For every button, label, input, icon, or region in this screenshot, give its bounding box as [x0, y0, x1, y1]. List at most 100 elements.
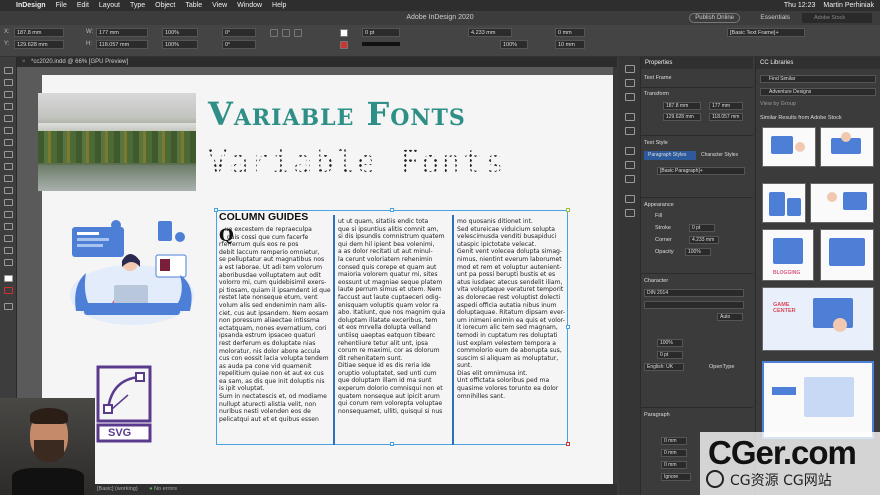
- scissors-tool-icon[interactable]: [4, 187, 13, 194]
- font-style-select[interactable]: [644, 301, 744, 309]
- paragraph-styles-panel-icon[interactable]: [625, 147, 635, 155]
- preflight-status-icon[interactable]: ●: [149, 486, 152, 492]
- find-similar-input[interactable]: Find Similar: [760, 75, 876, 83]
- frame-overset-icon[interactable]: [566, 442, 570, 446]
- text-column-1[interactable]: ue excestem de repraeculpa quis cossi qu…: [219, 226, 331, 448]
- stock-thumb-3[interactable]: [762, 183, 806, 223]
- rectangle-tool-icon[interactable]: [4, 175, 13, 182]
- menu-window[interactable]: Window: [237, 2, 262, 9]
- links-panel-icon[interactable]: [625, 93, 635, 101]
- pen-tool-icon[interactable]: [4, 139, 13, 146]
- baseline-shift-field[interactable]: 0 pt: [657, 351, 683, 359]
- woman-laptop-illustration[interactable]: [62, 215, 200, 327]
- vertical-scale-field[interactable]: 100%: [657, 339, 683, 347]
- publish-online-button[interactable]: Publish Online: [689, 13, 740, 23]
- menu-table[interactable]: Table: [185, 2, 202, 9]
- workspace-switcher[interactable]: Essentials: [760, 11, 790, 25]
- menu-view[interactable]: View: [212, 2, 227, 9]
- pencil-tool-icon[interactable]: [4, 151, 13, 158]
- variable-fonts-heading[interactable]: Variable Fonts: [208, 95, 466, 133]
- note-tool-icon[interactable]: [4, 223, 13, 230]
- corner-field[interactable]: 4.233 mm: [468, 28, 512, 37]
- frame-handle-tr[interactable]: [566, 208, 570, 212]
- frame-handle-tl[interactable]: [214, 208, 218, 212]
- stock-thumb-game-center[interactable]: GAME CENTER: [762, 287, 874, 351]
- menu-type[interactable]: Type: [130, 2, 145, 9]
- scale-y-field[interactable]: 100%: [162, 40, 198, 49]
- fill-swatch-icon[interactable]: [340, 29, 348, 37]
- indent-left-field[interactable]: 0 mm: [661, 437, 687, 445]
- status-style[interactable]: [Basic] (working): [97, 486, 138, 492]
- y-field[interactable]: 129.628 mm: [14, 40, 64, 49]
- stroke-label[interactable]: Stroke: [655, 225, 671, 231]
- character-styles-tab[interactable]: Character Styles: [697, 151, 749, 160]
- cc-libraries-tab[interactable]: CC Libraries: [756, 57, 880, 69]
- prop-opacity-field[interactable]: 100%: [685, 248, 711, 256]
- page-tool-icon[interactable]: [4, 91, 13, 98]
- frame-style-select[interactable]: [Basic Text Frame]+: [727, 28, 805, 37]
- stroke-weight-field[interactable]: 0 pt: [362, 28, 400, 37]
- selection-tool-icon[interactable]: [4, 67, 13, 74]
- font-family-select[interactable]: DIN 2014: [644, 289, 744, 297]
- offset-field-2[interactable]: 10 mm: [555, 40, 585, 49]
- shear-field[interactable]: 0°: [222, 40, 256, 49]
- document-tab[interactable]: × *cc2020.indd @ 66% [GPU Preview]: [17, 57, 617, 67]
- leading-field[interactable]: Auto: [717, 313, 743, 321]
- prop-w-field[interactable]: 177 mm: [709, 102, 743, 110]
- stroke-swatch-icon[interactable]: [340, 41, 348, 49]
- column-guides-heading[interactable]: COLUMN GUIDES: [219, 211, 308, 223]
- hand-tool-icon[interactable]: [4, 247, 13, 254]
- stock-search-input[interactable]: Adobe Stock: [802, 13, 872, 23]
- variable-fonts-dotted-heading[interactable]: Variable Fonts: [208, 143, 506, 181]
- column-guide-1[interactable]: [333, 215, 335, 445]
- library-select[interactable]: Adventure Designs: [760, 88, 876, 96]
- offset-field-1[interactable]: 0 mm: [555, 28, 585, 37]
- free-transform-tool-icon[interactable]: [4, 199, 13, 206]
- align-panel-icon[interactable]: [625, 195, 635, 203]
- column-guide-2[interactable]: [452, 215, 454, 445]
- stock-thumb-8[interactable]: [762, 361, 874, 439]
- rotate-field[interactable]: 0°: [222, 28, 256, 37]
- stock-thumb-2[interactable]: [820, 127, 874, 167]
- stroke-type-preview[interactable]: [362, 42, 400, 46]
- text-column-3[interactable]: mo quosanis ditionet int. Sed etureicae …: [457, 218, 565, 448]
- menu-file[interactable]: File: [56, 2, 67, 9]
- p-icon[interactable]: [294, 29, 302, 37]
- similar-results-heading[interactable]: Similar Results from Adobe Stock: [760, 115, 842, 121]
- prop-stroke-field[interactable]: 0 pt: [689, 224, 715, 232]
- frame-handle-mr[interactable]: [566, 325, 570, 329]
- flip-icon[interactable]: [282, 29, 290, 37]
- menu-help[interactable]: Help: [272, 2, 286, 9]
- stock-thumb-6[interactable]: [820, 229, 874, 281]
- properties-tab[interactable]: Properties: [641, 57, 753, 69]
- stroke-panel-icon[interactable]: [625, 113, 635, 121]
- prop-y-field[interactable]: 129.628 mm: [663, 113, 701, 121]
- prop-corner-field[interactable]: 4.233 mm: [689, 236, 719, 244]
- align-to-grid-select[interactable]: Ignore: [661, 473, 691, 481]
- layers-panel-icon[interactable]: [625, 79, 635, 87]
- screen-mode-icon[interactable]: [4, 303, 13, 310]
- h-field[interactable]: 118.057 mm: [96, 40, 148, 49]
- rectangle-frame-tool-icon[interactable]: [4, 163, 13, 170]
- pathfinder-panel-icon[interactable]: [625, 209, 635, 217]
- direct-selection-tool-icon[interactable]: [4, 79, 13, 86]
- corner-label[interactable]: Corner: [655, 237, 672, 243]
- menu-edit[interactable]: Edit: [77, 2, 89, 9]
- swatches-panel-icon[interactable]: [625, 127, 635, 135]
- app-menu[interactable]: InDesign: [16, 2, 46, 9]
- rotate-icon[interactable]: [270, 29, 278, 37]
- fill-color-icon[interactable]: [4, 275, 13, 282]
- opentype-button[interactable]: OpenType: [709, 364, 734, 370]
- gap-tool-icon[interactable]: [4, 103, 13, 110]
- character-styles-panel-icon[interactable]: [625, 161, 635, 169]
- menu-layout[interactable]: Layout: [99, 2, 120, 9]
- space-before-field[interactable]: 0 mm: [661, 449, 687, 457]
- prop-x-field[interactable]: 187.8 mm: [663, 102, 701, 110]
- preflight-status[interactable]: No errors: [154, 486, 177, 492]
- menu-object[interactable]: Object: [155, 2, 175, 9]
- gradient-tool-icon[interactable]: [4, 211, 13, 218]
- line-tool-icon[interactable]: [4, 127, 13, 134]
- stock-thumb-blogging[interactable]: BLOGGING: [762, 229, 814, 281]
- text-column-2[interactable]: ut ut quam, sitatiis endic tota que si i…: [338, 218, 450, 448]
- w-field[interactable]: 177 mm: [96, 28, 148, 37]
